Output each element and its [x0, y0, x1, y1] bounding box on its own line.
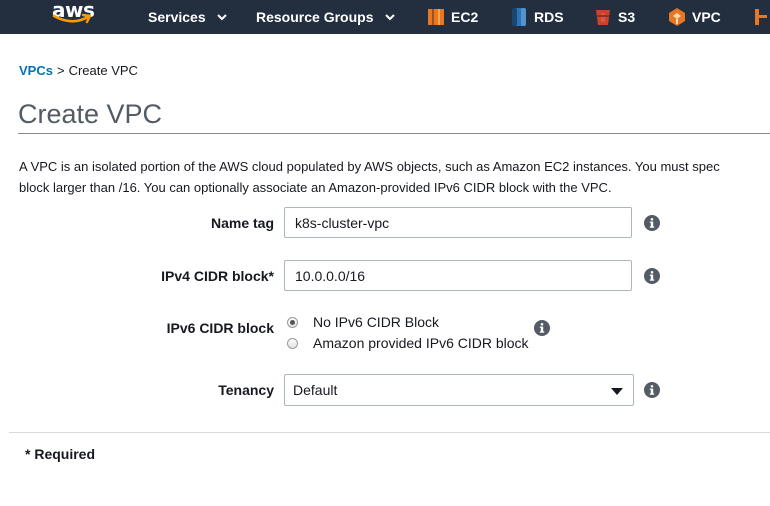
aws-logo[interactable]: aws: [52, 0, 96, 28]
chevron-down-icon: [385, 13, 396, 20]
shortcut-more[interactable]: [752, 0, 770, 34]
ec2-icon: [428, 9, 444, 25]
required-note: * Required: [25, 446, 96, 462]
tenancy-select-value: Default: [293, 382, 338, 398]
ipv6-cidr-label: IPv6 CIDR block: [166, 320, 274, 336]
breadcrumb: VPCs > Create VPC: [19, 63, 138, 78]
title-divider: [18, 133, 770, 134]
breadcrumb-current: Create VPC: [68, 63, 138, 78]
radio-button-checked[interactable]: [287, 316, 298, 328]
info-icon[interactable]: [644, 382, 660, 398]
name-tag-input[interactable]: [284, 207, 632, 238]
caret-down-icon: [611, 388, 623, 395]
resource-groups-menu[interactable]: Resource Groups: [256, 0, 396, 34]
name-tag-label: Name tag: [210, 215, 274, 231]
footer-divider: [9, 432, 770, 433]
page-title: Create VPC: [18, 99, 163, 129]
resource-groups-menu-label: Resource Groups: [256, 9, 374, 25]
vpc-icon: [669, 8, 685, 26]
shortcut-s3[interactable]: S3: [594, 0, 635, 34]
chevron-down-icon: [216, 13, 227, 20]
breadcrumb-vpcs-link[interactable]: VPCs: [19, 63, 53, 78]
ipv6-option-amazon-label: Amazon provided IPv6 CIDR block: [313, 335, 529, 351]
services-menu[interactable]: Services: [148, 0, 227, 34]
ipv6-option-amazon[interactable]: Amazon provided IPv6 CIDR block: [287, 335, 529, 351]
info-icon[interactable]: [644, 215, 660, 231]
services-menu-label: Services: [148, 9, 206, 25]
ipv4-cidr-label: IPv4 CIDR block*: [161, 268, 274, 284]
tenancy-select[interactable]: Default: [284, 374, 634, 406]
info-icon[interactable]: [534, 320, 550, 336]
rds-icon: [512, 8, 526, 26]
shortcut-s3-label: S3: [618, 9, 636, 25]
service-icon: [755, 9, 767, 25]
ipv6-option-none-label: No IPv6 CIDR Block: [313, 314, 440, 330]
shortcut-vpc[interactable]: VPC: [668, 0, 721, 34]
shortcut-rds-label: RDS: [534, 9, 564, 25]
tenancy-label: Tenancy: [218, 382, 274, 398]
shortcut-ec2[interactable]: EC2: [427, 0, 478, 34]
breadcrumb-separator: >: [56, 63, 65, 78]
aws-smile-icon: [52, 13, 92, 24]
ipv6-option-none[interactable]: No IPv6 CIDR Block: [287, 314, 439, 330]
ipv4-cidr-input[interactable]: [284, 260, 632, 291]
description-line-2: block larger than /16. You can optionall…: [19, 180, 612, 195]
description-line-1: A VPC is an isolated portion of the AWS …: [19, 159, 720, 174]
shortcut-ec2-label: EC2: [451, 9, 479, 25]
info-icon[interactable]: [644, 268, 660, 284]
s3-icon: [596, 10, 610, 25]
page-description: A VPC is an isolated portion of the AWS …: [19, 156, 770, 198]
top-nav-bar: aws Services Resource Groups EC2 RDS S3 …: [0, 0, 770, 34]
shortcut-rds[interactable]: RDS: [510, 0, 564, 34]
shortcut-vpc-label: VPC: [692, 9, 721, 25]
radio-button[interactable]: [287, 337, 298, 349]
